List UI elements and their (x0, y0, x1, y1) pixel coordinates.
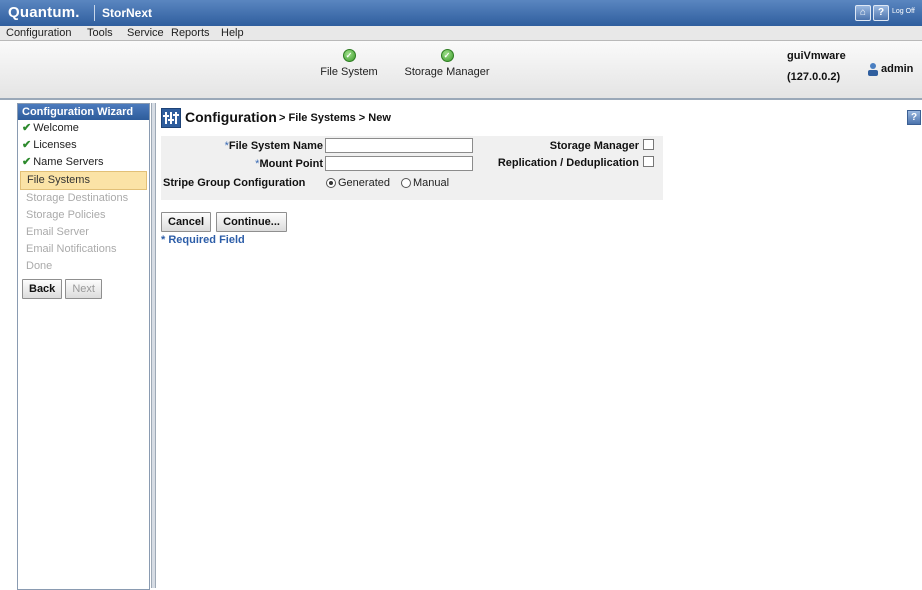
wizard-step-label: Name Servers (33, 156, 104, 168)
new-file-system-form: *File System Name *Mount Point Storage M… (161, 136, 663, 200)
menu-help[interactable]: Help (221, 27, 244, 39)
wizard-title: Configuration Wizard (18, 104, 149, 120)
wizard-nav-buttons: Back Next (18, 279, 149, 299)
configuration-wizard: Configuration Wizard ✔ Welcome ✔ Licenses … (17, 103, 150, 590)
stripe-generated-radio[interactable] (326, 178, 336, 188)
wizard-step-label: Welcome (33, 122, 79, 134)
home-icon[interactable]: ⌂ (855, 5, 871, 21)
status-bar: ✓ File System ✓ Storage Manager guiVmwar… (0, 41, 922, 100)
replication-label: Replication / Deduplication (497, 157, 639, 169)
check-circle-icon: ✓ (440, 49, 454, 62)
server-name: guiVmware (787, 50, 846, 62)
fs-name-label: *File System Name (224, 140, 323, 152)
wizard-step-done: Done (26, 260, 53, 272)
wizard-step-storage-policies: Storage Policies (26, 209, 106, 221)
status-storage-manager-label: Storage Manager (404, 66, 490, 78)
replication-checkbox[interactable] (643, 156, 654, 167)
wizard-step-name-servers[interactable]: ✔ Name Servers (18, 154, 149, 171)
stripe-manual-label: Manual (413, 177, 450, 189)
brand-bar: Quantum. StorNext ⌂ ? Log Off (0, 0, 922, 26)
storage-manager-checkbox[interactable] (643, 139, 654, 150)
checkmark-icon: ✔ (22, 156, 32, 168)
pane-splitter[interactable] (151, 103, 156, 588)
mount-point-label: *Mount Point (255, 158, 323, 170)
fs-name-input[interactable] (325, 138, 473, 153)
menu-configuration[interactable]: Configuration (6, 27, 71, 39)
checkmark-icon: ✔ (22, 139, 32, 151)
logoff-link[interactable]: Log Off (892, 8, 915, 15)
product-name: StorNext (102, 6, 153, 20)
quantum-logo: Quantum. (8, 4, 80, 21)
cancel-button[interactable]: Cancel (161, 212, 212, 232)
next-button[interactable]: Next (65, 279, 102, 299)
user-name[interactable]: admin (881, 63, 913, 75)
page-title: Configuration (185, 109, 277, 125)
wizard-step-licenses[interactable]: ✔ Licenses (18, 137, 149, 154)
wizard-step-email-notifications: Email Notifications (26, 243, 117, 255)
stripe-group-label: Stripe Group Configuration (163, 177, 306, 189)
mount-point-input[interactable] (325, 156, 473, 171)
brand-divider (94, 5, 95, 21)
user-icon (868, 63, 878, 76)
status-file-system-label: File System (320, 66, 378, 78)
main-content: Configuration > File Systems > New ? *Fi… (157, 103, 922, 588)
stripe-generated-label: Generated (338, 177, 390, 189)
stripe-manual-radio[interactable] (401, 178, 411, 188)
required-field-note: * Required Field (161, 234, 245, 246)
storage-manager-label: Storage Manager (549, 140, 639, 152)
menu-reports[interactable]: Reports (171, 27, 210, 39)
checkmark-icon: ✔ (22, 122, 32, 134)
page-help-icon[interactable]: ? (907, 110, 921, 125)
breadcrumb: > File Systems > New (279, 112, 391, 124)
check-circle-icon: ✓ (342, 49, 356, 62)
wizard-step-label: Licenses (33, 139, 77, 151)
configuration-icon (161, 108, 181, 128)
menu-bar: Configuration Tools Service Reports Help (0, 26, 922, 41)
help-icon[interactable]: ? (873, 5, 889, 21)
status-file-system[interactable]: ✓ File System (309, 49, 389, 78)
status-storage-manager[interactable]: ✓ Storage Manager (399, 49, 495, 78)
server-ip: (127.0.0.2) (787, 71, 841, 83)
menu-tools[interactable]: Tools (87, 27, 113, 39)
form-actions: Cancel Continue... (161, 212, 287, 232)
wizard-step-storage-destinations: Storage Destinations (26, 192, 129, 204)
back-button[interactable]: Back (22, 279, 63, 299)
continue-button[interactable]: Continue... (216, 212, 287, 232)
wizard-step-file-systems[interactable]: File Systems (20, 171, 147, 190)
wizard-step-welcome[interactable]: ✔ Welcome (18, 120, 149, 137)
wizard-step-email-server: Email Server (26, 226, 89, 238)
menu-service[interactable]: Service (127, 27, 164, 39)
